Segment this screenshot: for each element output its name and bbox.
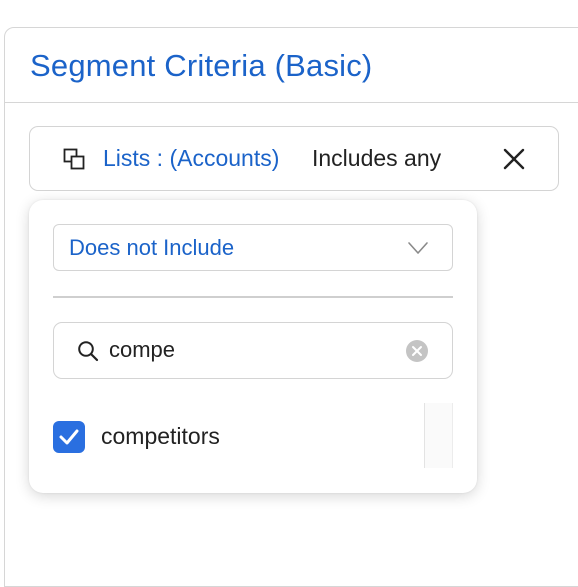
search-icon [76,339,100,363]
operator-select-value: Does not Include [69,235,235,260]
panel-header: Segment Criteria (Basic) [5,28,578,103]
criteria-dropdown: Does not Include compe competitors [29,200,477,493]
chevron-down-icon [407,238,429,258]
option-checkbox[interactable] [53,421,85,453]
criteria-chip[interactable]: Lists : (Accounts) Includes any [29,126,559,191]
list-option[interactable]: competitors [53,420,413,456]
divider [53,296,453,298]
search-input[interactable] [109,335,399,365]
criteria-operator-label[interactable]: Includes any [312,145,441,172]
checkmark-icon [59,429,79,445]
scrollbar[interactable] [424,403,453,468]
option-label: competitors [101,423,220,449]
list-search[interactable] [53,322,453,379]
close-icon[interactable] [499,144,529,174]
operator-select[interactable]: Does not Include [53,224,453,271]
panel-title: Segment Criteria (Basic) [30,48,373,83]
criteria-field-label[interactable]: Lists : (Accounts) [103,145,279,172]
list-copy-icon [63,148,85,170]
clear-circle-icon[interactable] [405,339,429,363]
